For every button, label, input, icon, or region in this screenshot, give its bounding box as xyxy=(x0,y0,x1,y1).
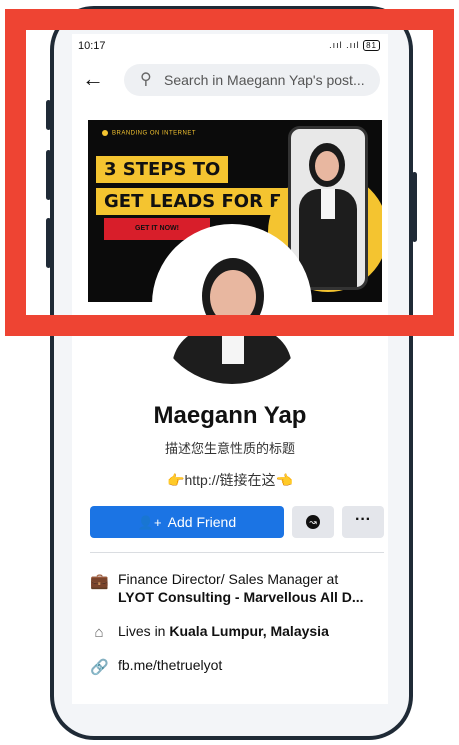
work-company[interactable]: LYOT Consulting - Marvellous All D... xyxy=(118,588,384,606)
add-friend-button[interactable]: 👤+ Add Friend xyxy=(90,506,284,538)
more-button[interactable]: ··· xyxy=(342,506,384,538)
messenger-icon: ↝ xyxy=(306,514,320,529)
link-icon: 🔗 xyxy=(90,659,109,676)
about-work: 💼 Finance Director/ Sales Manager at LYO… xyxy=(90,570,384,610)
house-icon: ⌂ xyxy=(94,624,104,641)
location-place[interactable]: Kuala Lumpur, Malaysia xyxy=(169,623,329,639)
messenger-button[interactable]: ↝ xyxy=(292,506,334,538)
profile-name: Maegann Yap xyxy=(153,402,307,429)
location-prefix: Lives in xyxy=(118,623,170,639)
website-link[interactable]: fb.me/thetruelyot xyxy=(118,656,384,674)
highlight-box xyxy=(5,9,454,336)
divider xyxy=(90,552,384,553)
android-nav-bar: ☰ □ ◁ xyxy=(72,698,388,704)
profile-tagline: 描述您生意性质的标题 xyxy=(164,441,295,456)
briefcase-icon: 💼 xyxy=(90,573,109,590)
profile-link-text: 👉http://链接在这👈 xyxy=(167,472,293,488)
work-title: Finance Director/ Sales Manager at xyxy=(118,571,339,587)
about-website: 🔗 fb.me/thetruelyot xyxy=(90,656,384,678)
add-friend-label: Add Friend xyxy=(167,514,237,530)
add-friend-icon: 👤+ xyxy=(137,515,162,530)
about-location: ⌂ Lives in Kuala Lumpur, Malaysia xyxy=(90,622,384,644)
